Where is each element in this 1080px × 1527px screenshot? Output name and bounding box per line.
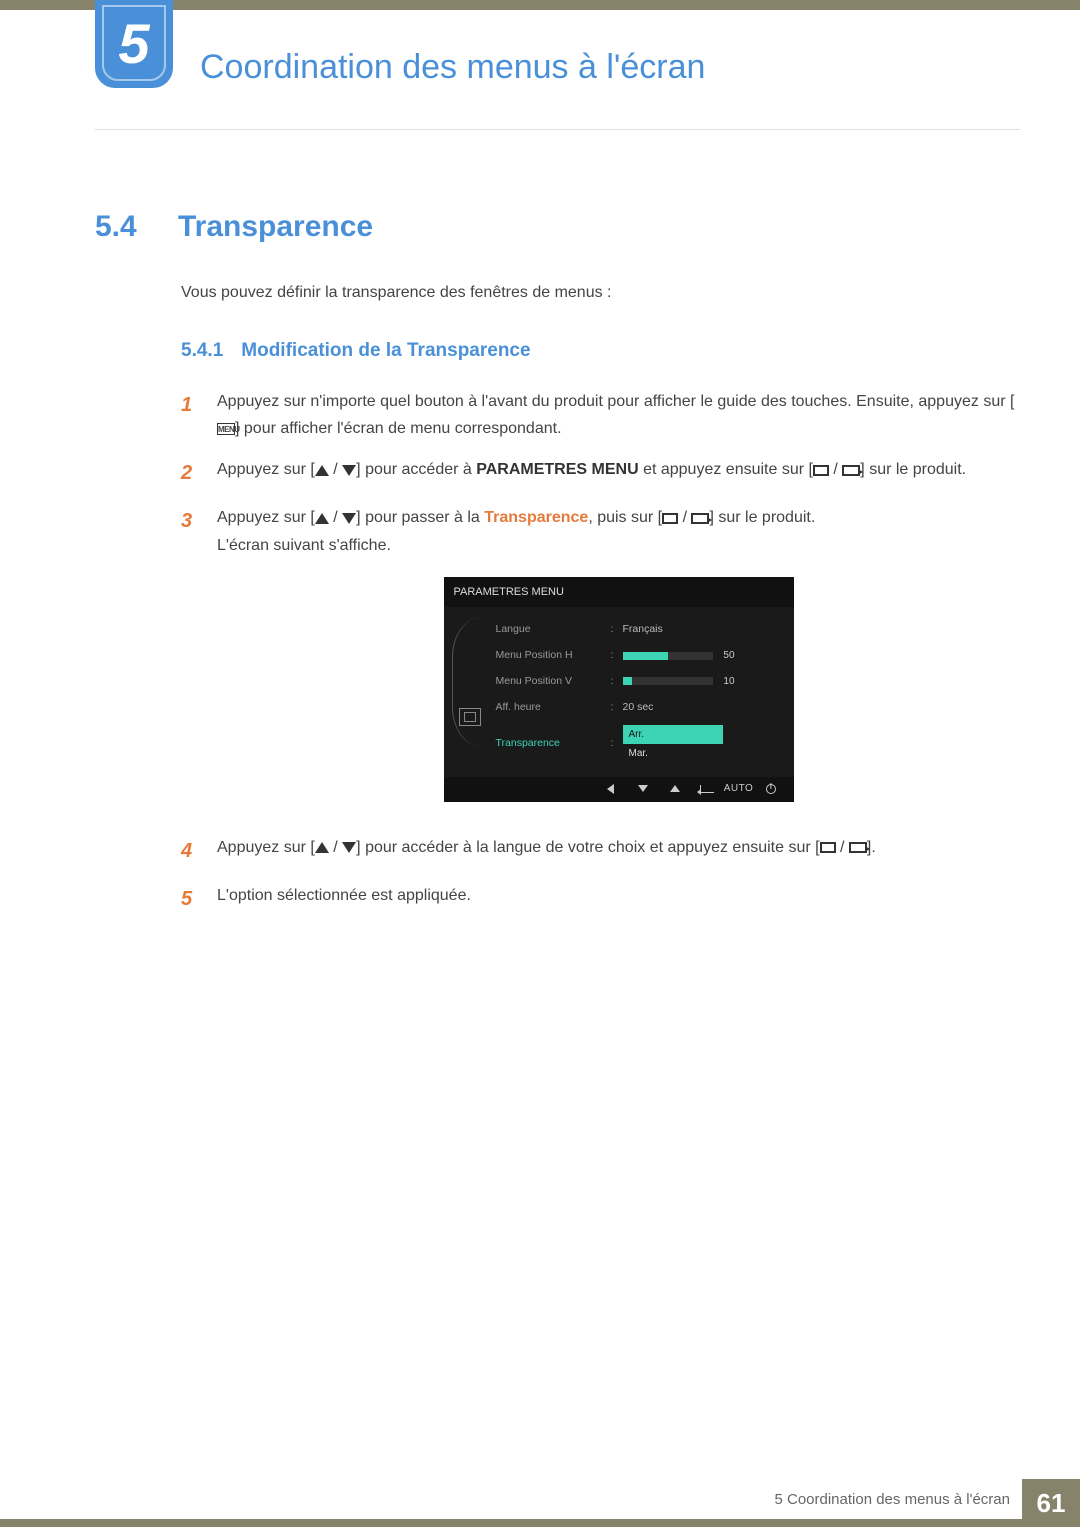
up-arrow-icon: [315, 842, 329, 853]
slider-icon: [623, 652, 713, 660]
page-number: 61: [1022, 1479, 1080, 1527]
step-number: 4: [181, 834, 199, 868]
step-text: Appuyez sur [ / ] pour accéder à PARAMET…: [217, 456, 1020, 490]
menu-button-icon: MENU: [217, 423, 235, 435]
up-arrow-icon: [315, 465, 329, 476]
page-content: 5.4 Transparence Vous pouvez définir la …: [95, 130, 1020, 916]
osd-row-pos-v: Menu Position V : 10: [496, 669, 782, 695]
step-5: 5 L'option sélectionnée est appliquée.: [181, 882, 1020, 916]
osd-body: Langue : Français Menu Position H : 50: [444, 607, 794, 776]
down-arrow-icon: [342, 842, 356, 853]
subsection-heading: 5.4.1 Modification de la Transparence: [181, 340, 1020, 362]
chapter-badge: 5: [95, 0, 173, 88]
section-title: Transparence: [178, 210, 373, 244]
subsection-title: Modification de la Transparence: [241, 340, 530, 362]
footer-accent-left: [0, 1519, 95, 1527]
enter-rect-icon: [842, 465, 860, 476]
osd-options: Langue : Français Menu Position H : 50: [496, 617, 794, 766]
osd-menu-screenshot: PARAMETRES MENU Langue : Français: [444, 577, 794, 802]
osd-dropdown: Arr. Mar.: [623, 725, 723, 763]
osd-row-pos-h: Menu Position H : 50: [496, 643, 782, 669]
step-2: 2 Appuyez sur [ / ] pour accéder à PARAM…: [181, 456, 1020, 490]
key-up-icon: [666, 782, 684, 796]
step-text: L'option sélectionnée est appliquée.: [217, 882, 1020, 916]
footer-mid: 5 Coordination des menus à l'écran: [95, 1479, 1022, 1527]
select-rect-icon: [820, 842, 836, 853]
step-3: 3 Appuyez sur [ / ] pour passer à la Tra…: [181, 504, 1020, 819]
chapter-header: 5 Coordination des menus à l'écran: [95, 10, 1020, 130]
down-arrow-icon: [342, 465, 356, 476]
enter-rect-icon: [849, 842, 867, 853]
step-list: 1 Appuyez sur n'importe quel bouton à l'…: [181, 388, 1020, 916]
key-down-icon: [634, 782, 652, 796]
osd-curve-decoration: [452, 617, 482, 747]
osd-row-transparence: Transparence : Arr. Mar.: [496, 721, 782, 767]
subsection-number: 5.4.1: [181, 340, 223, 362]
osd-key-guide: AUTO: [444, 777, 794, 802]
step-number: 2: [181, 456, 199, 490]
step-text: Appuyez sur n'importe quel bouton à l'av…: [217, 388, 1020, 442]
osd-category-icon: [459, 708, 481, 726]
step-4: 4 Appuyez sur [ / ] pour accéder à la la…: [181, 834, 1020, 868]
enter-rect-icon: [691, 513, 709, 524]
osd-side-icon-area: [444, 617, 496, 766]
section-number: 5.4: [95, 210, 150, 244]
section-intro: Vous pouvez définir la transparence des …: [181, 284, 1020, 302]
step-text: Appuyez sur [ / ] pour accéder à la lang…: [217, 834, 1020, 868]
step-number: 1: [181, 388, 199, 442]
select-rect-icon: [662, 513, 678, 524]
osd-row-aff-heure: Aff. heure : 20 sec: [496, 695, 782, 721]
step-text: Appuyez sur [ / ] pour passer à la Trans…: [217, 504, 1020, 819]
footer-chapter-label: 5 Coordination des menus à l'écran: [774, 1491, 1010, 1508]
osd-row-langue: Langue : Français: [496, 617, 782, 643]
step-1: 1 Appuyez sur n'importe quel bouton à l'…: [181, 388, 1020, 442]
osd-title: PARAMETRES MENU: [444, 577, 794, 608]
chapter-title: Coordination des menus à l'écran: [200, 40, 1020, 87]
key-enter-icon: [698, 782, 716, 796]
key-power-icon: [762, 782, 780, 796]
chapter-number: 5: [102, 5, 166, 81]
down-arrow-icon: [342, 513, 356, 524]
page-footer: 5 Coordination des menus à l'écran 61: [0, 1479, 1080, 1527]
key-auto-label: AUTO: [730, 782, 748, 796]
step-number: 3: [181, 504, 199, 819]
section-heading: 5.4 Transparence: [95, 210, 1020, 244]
up-arrow-icon: [315, 513, 329, 524]
key-left-icon: [602, 782, 620, 796]
select-rect-icon: [813, 465, 829, 476]
slider-icon: [623, 677, 713, 685]
step-number: 5: [181, 882, 199, 916]
